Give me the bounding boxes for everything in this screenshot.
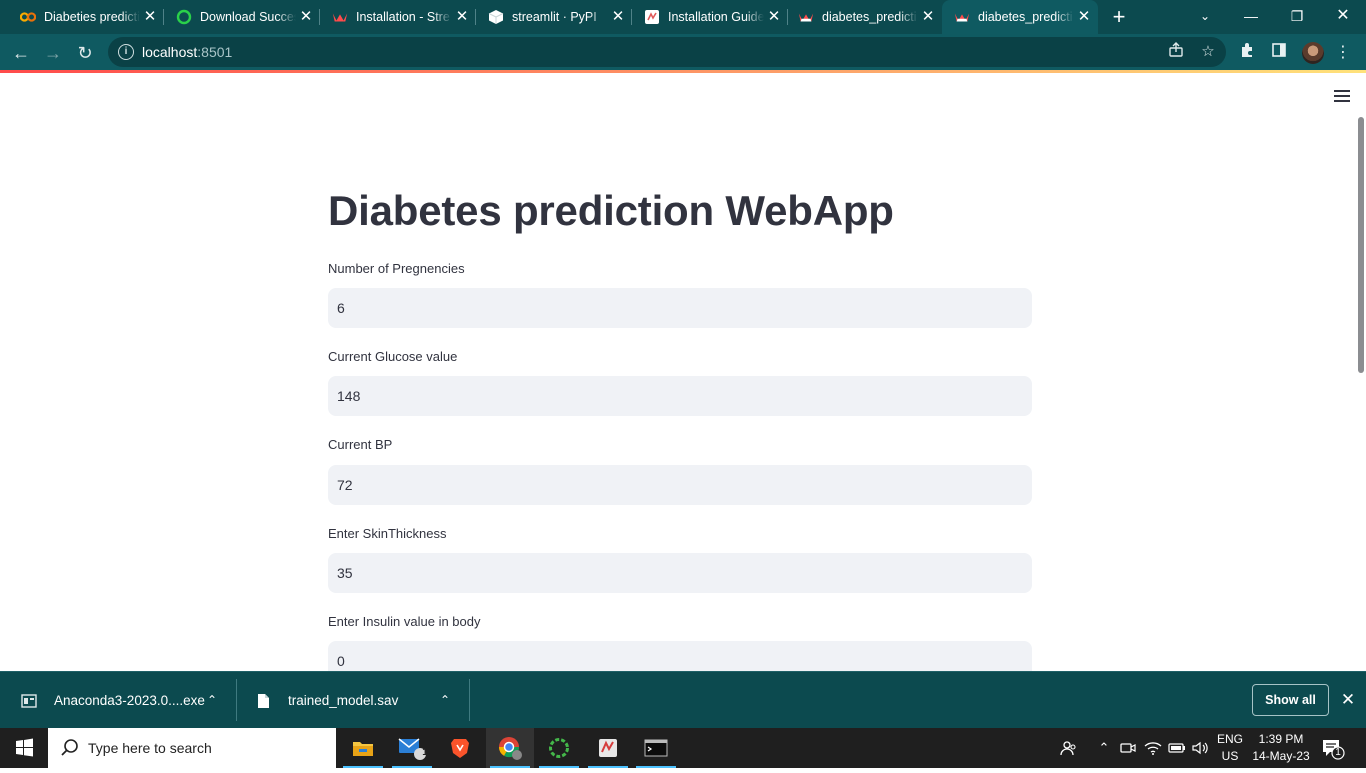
site-info-icon[interactable]: i <box>118 44 134 60</box>
page-title: Diabetes prediction WebApp <box>328 187 894 234</box>
chevron-up-icon[interactable]: ⌃ <box>204 692 220 708</box>
mail-taskbar-icon[interactable]: 1 <box>388 728 436 768</box>
glucose-input[interactable] <box>328 376 1032 416</box>
close-tab-icon[interactable]: ✕ <box>454 9 470 25</box>
tab-title: Download Succes <box>200 10 296 24</box>
pypi-cube-icon <box>488 9 504 25</box>
taskbar-search-box[interactable]: Type here to search <box>48 728 336 768</box>
system-clock[interactable]: 1:39 PM 14-May-23 <box>1248 731 1314 765</box>
download-filename: trained_model.sav <box>288 693 399 708</box>
windows-start-button[interactable] <box>0 728 48 768</box>
download-success-icon <box>176 9 192 25</box>
download-item[interactable]: trained_model.sav ⌃ <box>255 672 469 729</box>
page-scrollbar[interactable] <box>1358 117 1364 373</box>
browser-menu-icon[interactable]: ⋮ <box>1332 42 1354 64</box>
browser-tab-active[interactable]: diabetes_predicti ✕ <box>942 0 1098 34</box>
bookmark-star-icon[interactable]: ☆ <box>1198 42 1218 62</box>
browser-tab[interactable]: Download Succes ✕ <box>164 0 320 34</box>
url-text[interactable]: localhost:8501 <box>142 44 232 60</box>
download-separator <box>469 679 470 721</box>
insulin-label: Enter Insulin value in body <box>328 614 481 629</box>
notifications-icon[interactable]: 1 <box>1322 738 1346 760</box>
insulin-input[interactable] <box>328 641 1032 671</box>
browser-tab[interactable]: Diabeties predicti ✕ <box>0 0 164 34</box>
colab-icon <box>20 9 36 25</box>
tab-title: streamlit · PyPI <box>512 10 597 24</box>
download-shelf: Anaconda3-2023.0....exe ⌃ trained_model.… <box>0 671 1366 728</box>
volume-icon[interactable] <box>1190 728 1212 768</box>
windows-taskbar: Type here to search 1 ⌃ ENG US 1:39 PM 1… <box>0 728 1366 768</box>
wifi-icon[interactable] <box>1142 728 1164 768</box>
close-tab-icon[interactable]: ✕ <box>298 9 314 25</box>
battery-icon[interactable] <box>1166 728 1188 768</box>
profile-avatar[interactable] <box>1302 42 1324 64</box>
share-icon[interactable] <box>1166 42 1186 62</box>
command-prompt-taskbar-icon[interactable] <box>632 728 680 768</box>
bp-label: Current BP <box>328 437 393 452</box>
back-icon[interactable]: ← <box>8 40 34 66</box>
tab-title: Installation Guide <box>668 10 764 24</box>
installer-icon <box>21 692 37 710</box>
browser-tab[interactable]: Installation - Stre ✕ <box>320 0 476 34</box>
side-panel-icon[interactable] <box>1268 42 1290 64</box>
notification-count: 1 <box>1335 747 1341 758</box>
streamlit-menu-icon[interactable] <box>1334 90 1350 102</box>
browser-tab[interactable]: diabetes_predicti ✕ <box>788 0 942 34</box>
pregnancies-input[interactable] <box>328 288 1032 328</box>
browser-tab[interactable]: streamlit · PyPI ✕ <box>476 0 632 34</box>
close-tab-icon[interactable]: ✕ <box>1076 9 1092 25</box>
bp-input[interactable] <box>328 465 1032 505</box>
restore-icon[interactable]: ❐ <box>1274 0 1320 34</box>
close-tab-icon[interactable]: ✕ <box>920 9 936 25</box>
close-shelf-icon[interactable]: ✕ <box>1338 690 1358 710</box>
search-placeholder: Type here to search <box>88 740 212 756</box>
download-separator <box>236 679 237 721</box>
show-hidden-icons-chevron-icon[interactable]: ⌃ <box>1094 728 1114 768</box>
file-explorer-taskbar-icon[interactable] <box>339 728 387 768</box>
search-icon <box>60 738 80 758</box>
download-filename: Anaconda3-2023.0....exe <box>54 693 205 708</box>
close-tab-icon[interactable]: ✕ <box>610 9 626 25</box>
skin-thickness-label: Enter SkinThickness <box>328 526 447 541</box>
reload-icon[interactable]: ↻ <box>72 40 98 66</box>
show-all-downloads-button[interactable]: Show all <box>1252 684 1329 716</box>
download-item[interactable]: Anaconda3-2023.0....exe ⌃ <box>21 672 235 729</box>
glucose-label: Current Glucose value <box>328 349 458 364</box>
input-language-indicator[interactable]: ENG US <box>1214 731 1246 765</box>
streamlit-crown-icon <box>798 9 814 25</box>
browser-tab[interactable]: Installation Guide ✕ <box>632 0 788 34</box>
skin-thickness-input[interactable] <box>328 553 1032 593</box>
slides-app-taskbar-icon[interactable] <box>584 728 632 768</box>
anaconda-docs-icon <box>644 9 660 25</box>
anaconda-navigator-taskbar-icon[interactable] <box>535 728 583 768</box>
chevron-up-icon[interactable]: ⌃ <box>437 692 453 708</box>
close-tab-icon[interactable]: ✕ <box>142 9 158 25</box>
new-tab-icon[interactable]: + <box>1108 6 1130 28</box>
address-bar[interactable]: i localhost:8501 ☆ <box>108 37 1226 67</box>
meet-now-icon[interactable] <box>1118 728 1138 768</box>
close-tab-icon[interactable]: ✕ <box>766 9 782 25</box>
close-window-icon[interactable]: ✕ <box>1320 0 1366 34</box>
streamlit-crown-icon <box>954 9 970 25</box>
mail-badge: 1 <box>422 747 428 758</box>
tab-search-chevron-icon[interactable]: ⌄ <box>1182 0 1228 34</box>
tab-title: Installation - Stre <box>356 10 450 24</box>
brave-browser-taskbar-icon[interactable] <box>436 728 484 768</box>
pregnancies-label: Number of Pregnencies <box>328 261 465 276</box>
streamlit-crown-icon <box>332 9 348 25</box>
file-icon <box>255 692 271 710</box>
people-icon[interactable] <box>1058 728 1080 768</box>
tab-title: Diabeties predicti <box>44 10 140 24</box>
app-page: Diabetes prediction WebApp Number of Pre… <box>0 73 1366 671</box>
forward-icon[interactable]: → <box>40 40 66 66</box>
tab-title: diabetes_predicti <box>822 10 917 24</box>
browser-toolbar: ← → ↻ i localhost:8501 ☆ ⋮ <box>0 34 1366 71</box>
chrome-taskbar-icon[interactable] <box>486 728 534 768</box>
minimize-icon[interactable]: — <box>1228 0 1274 34</box>
tab-title: diabetes_predicti <box>978 10 1073 24</box>
extensions-puzzle-icon[interactable] <box>1236 42 1258 64</box>
browser-tab-strip: Diabeties predicti ✕ Download Succes ✕ I… <box>0 0 1366 34</box>
